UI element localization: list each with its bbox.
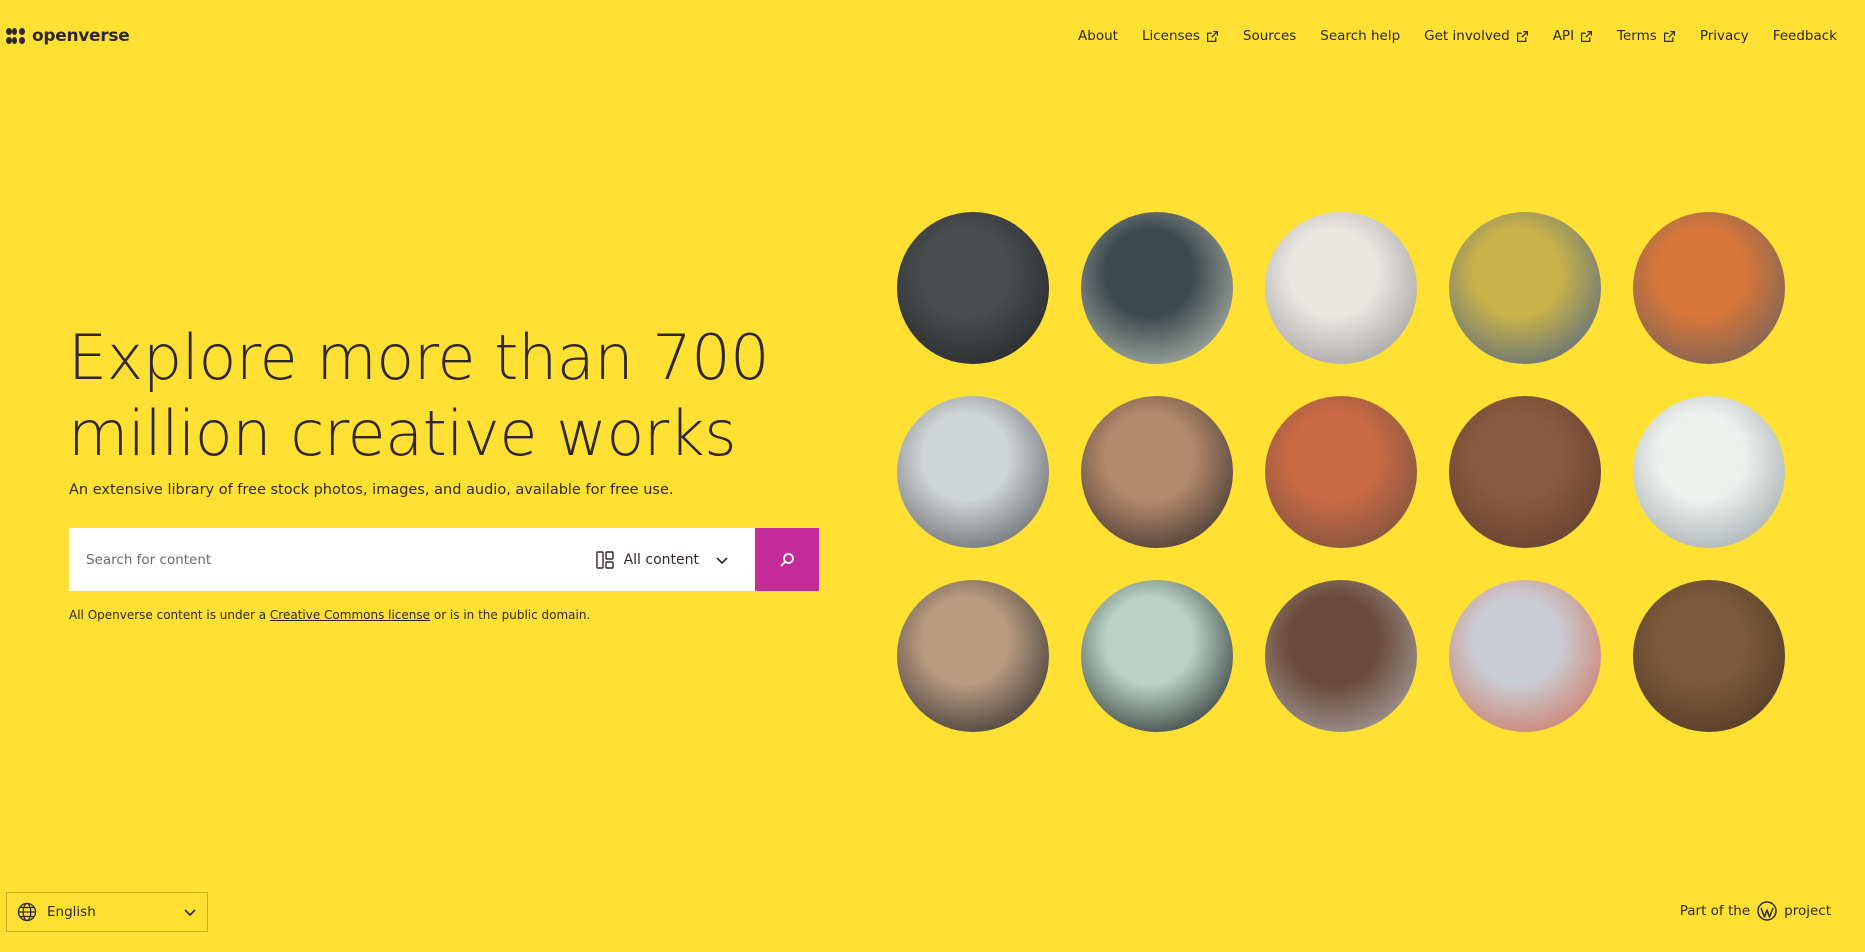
nav-api-label: API [1552,28,1575,44]
search-button[interactable] [755,528,819,591]
content-type-select[interactable]: All content [595,528,755,591]
chevron-down-icon [184,909,196,917]
page-title-line-1: Explore more than 700 [68,321,770,394]
external-link-icon [1206,30,1218,42]
nav-api[interactable]: API [1541,28,1605,44]
wp-note-prefix: Part of the [1679,903,1751,919]
nav-get-involved[interactable]: Get involved [1412,28,1541,44]
nav-licenses[interactable]: Licenses [1130,28,1231,44]
checkered-pot-image[interactable] [1265,396,1417,548]
nav-about-label: About [1078,28,1118,44]
porcelain-figurine-image[interactable] [1265,212,1417,364]
content-grid-icon [595,550,614,569]
openverse-logo-link[interactable]: openverse [6,26,130,46]
nav-search-help[interactable]: Search help [1308,28,1412,44]
nav-terms-label: Terms [1617,28,1657,44]
page-title-line-2: million creative works [68,397,737,470]
external-link-icon [1663,30,1675,42]
chevron-down-icon [716,556,728,564]
nav-privacy-label: Privacy [1699,28,1749,44]
page-subtitle: An extensive library of free stock photo… [69,482,674,498]
language-select[interactable]: English [6,892,208,932]
carved-relief-image[interactable] [897,580,1049,732]
nav-feedback-label: Feedback [1772,28,1837,44]
ceramic-animal-head-image[interactable] [1633,212,1785,364]
floral-plate-image[interactable] [1449,580,1601,732]
page-title: Explore more than 700 million creative w… [68,320,788,472]
nav-get-involved-label: Get involved [1424,28,1510,44]
painted-jar-image[interactable] [1633,396,1785,548]
nav-about[interactable]: About [1066,28,1130,44]
license-note: All Openverse content is under a Creativ… [69,608,590,622]
wordpress-project-note: Part of the project [1680,901,1831,921]
creative-commons-license-link[interactable]: Creative Commons license [270,608,430,622]
wp-note-suffix: project [1784,903,1831,919]
nav-sources[interactable]: Sources [1231,28,1308,44]
clay-mask-image[interactable] [1633,580,1785,732]
nav-feedback[interactable]: Feedback [1761,28,1849,44]
search-icon [780,552,794,567]
nav-licenses-label: Licenses [1141,28,1200,44]
wordpress-logo-icon[interactable] [1757,901,1777,921]
white-dish-image[interactable] [897,396,1049,548]
nav-search-help-label: Search help [1320,28,1401,44]
nav-sources-label: Sources [1242,28,1297,44]
monkey-figure-image[interactable] [1265,580,1417,732]
nav-privacy[interactable]: Privacy [1688,28,1761,44]
site-header: openverse About Licenses Sources Search … [0,0,1865,72]
glazed-tile-image[interactable] [1449,212,1601,364]
globe-icon [17,902,37,922]
openverse-logo-icon [6,27,26,45]
external-link-icon [1581,30,1593,42]
nav-terms[interactable]: Terms [1605,28,1688,44]
clay-face-image[interactable] [1449,396,1601,548]
celadon-vase-image[interactable] [1081,580,1233,732]
license-note-suffix: or is in the public domain. [430,608,591,622]
license-note-prefix: All Openverse content is under a [69,608,270,622]
language-label: English [47,904,96,920]
search-bar: All content [69,528,819,591]
celadon-bowl-image[interactable] [1081,212,1233,364]
content-type-label: All content [623,551,699,568]
main-nav: About Licenses Sources Search help Get i… [1066,28,1849,44]
clay-figure-image[interactable] [1081,396,1233,548]
brand-name: openverse [32,26,130,46]
external-link-icon [1516,30,1528,42]
dark-bronze-vessel-image[interactable] [897,212,1049,364]
search-input[interactable] [69,528,596,591]
